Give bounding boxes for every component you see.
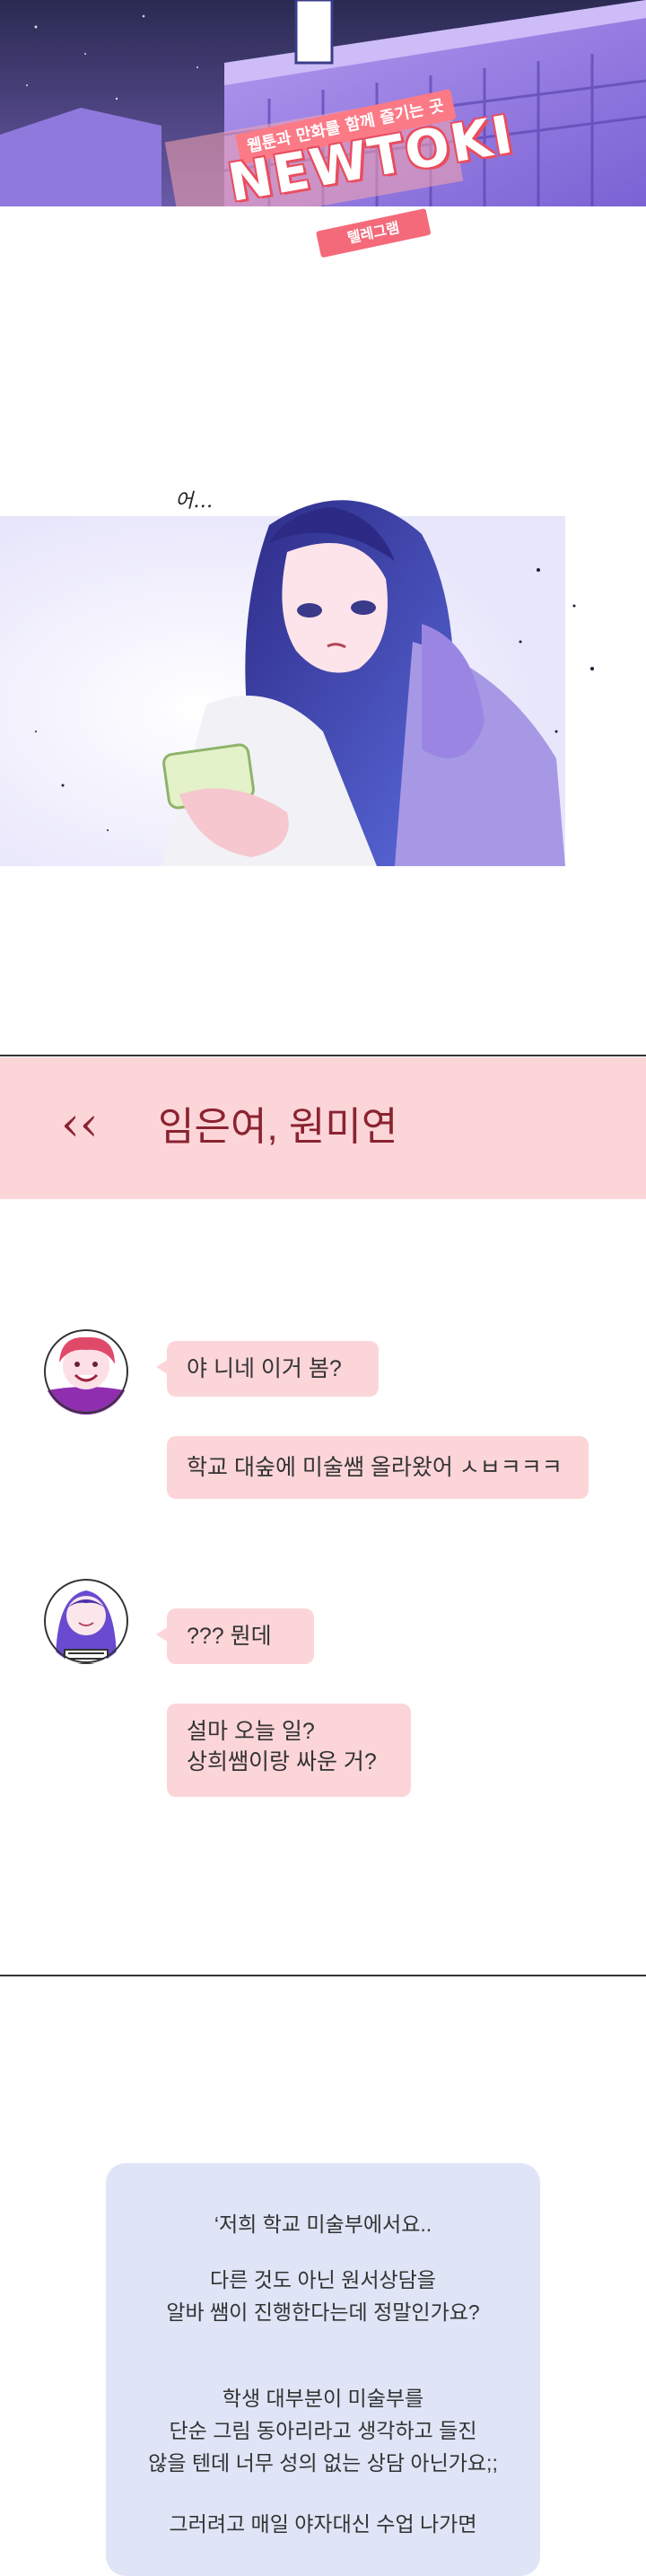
chat-message: 설마 오늘 일? 상희쌤이랑 싸운 거? bbox=[167, 1704, 411, 1797]
post-paragraph: 학생 대부분이 미술부를 단순 그림 동아리라고 생각하고 들진 않을 텐데 너… bbox=[148, 2387, 498, 2475]
chat-header: ‹‹ 임은여, 원미연 bbox=[0, 1057, 646, 1199]
anonymous-post-card: ‘저희 학교 미술부에서요.. 다른 것도 아닌 원서상담을 알바 쌤이 진행한… bbox=[106, 2163, 540, 2576]
avatar-purple-hair-icon bbox=[43, 1578, 129, 1664]
section-divider-bottom bbox=[0, 1975, 646, 1976]
girl-with-phone-artwork bbox=[0, 462, 646, 866]
double-chevron-left-icon[interactable]: ‹‹ bbox=[61, 1098, 115, 1152]
sound-effect-text: 어… bbox=[175, 490, 214, 513]
section-divider-top bbox=[0, 1055, 646, 1056]
post-paragraph: 그러려고 매일 야자대신 수업 나가면 bbox=[169, 2512, 477, 2536]
avatar-red-hair-icon bbox=[43, 1328, 129, 1415]
post-paragraph: 다른 것도 아닌 원서상담을 알바 쌤이 진행한다는데 정말인가요? bbox=[166, 2268, 480, 2324]
post-paragraph: ‘저희 학교 미술부에서요.. bbox=[214, 2212, 432, 2236]
chat-title: 임은여, 원미연 bbox=[158, 1105, 398, 1149]
chat-message: 학교 대숲에 미술쌤 올라왔어 ㅅㅂㅋㅋㅋ bbox=[167, 1436, 589, 1499]
avatar-red-hair[interactable] bbox=[43, 1328, 129, 1415]
avatar-purple-hair[interactable] bbox=[43, 1578, 129, 1664]
chat-message: ??? 뭔데 bbox=[156, 1608, 314, 1664]
chat-message: 야 니네 이거 봄? bbox=[156, 1341, 379, 1397]
comic-illustration bbox=[0, 462, 646, 866]
telegram-handle: 텔레그램 @newtoki bbox=[316, 208, 432, 276]
